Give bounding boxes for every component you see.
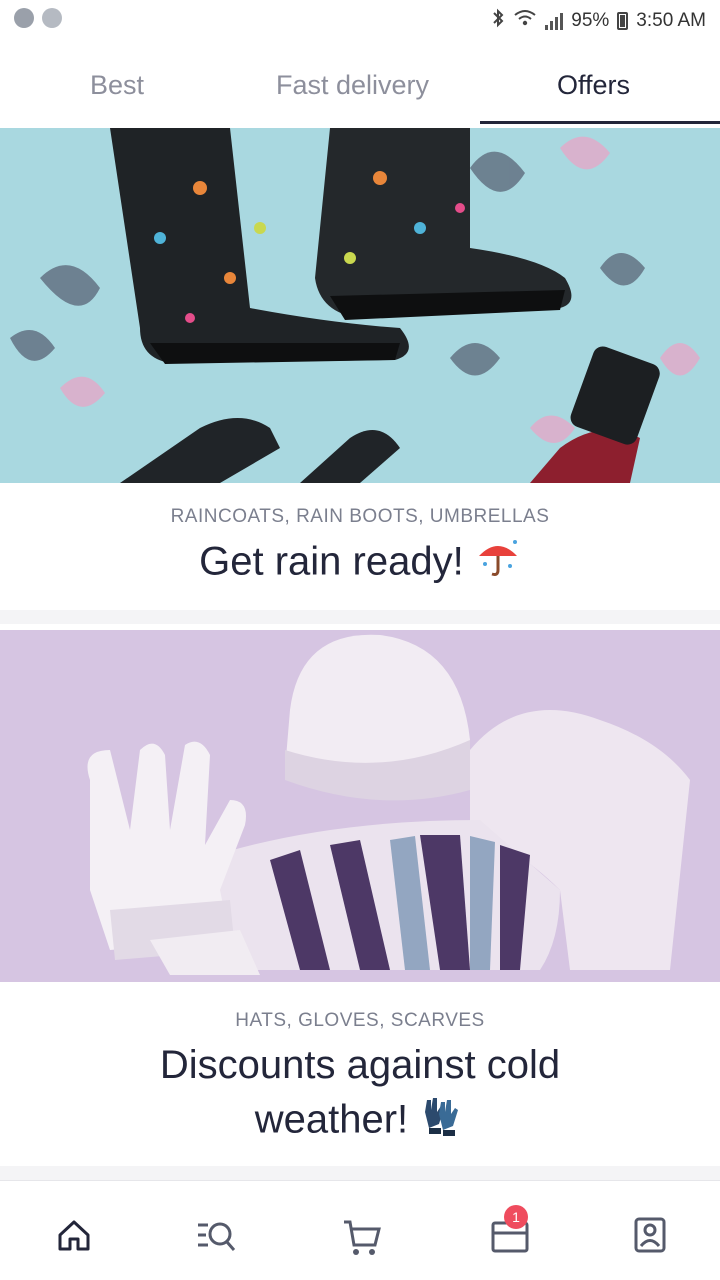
search-catalog-icon[interactable] [192, 1211, 240, 1259]
tab-best[interactable]: Best [90, 70, 144, 101]
profile-icon[interactable] [626, 1211, 674, 1259]
winter-banner-caption: HATS, GLOVES, SCARVES Discounts against … [0, 1010, 720, 1152]
clock: 3:50 AM [636, 10, 706, 31]
signal-icon [545, 12, 564, 30]
rain-banner-image[interactable] [0, 128, 720, 483]
tab-offers[interactable]: Offers [557, 70, 630, 101]
orders-icon[interactable]: 1 [486, 1205, 534, 1259]
section-divider [0, 610, 720, 624]
notification-icons [14, 8, 62, 28]
winter-headline-line2: weather! [254, 1097, 409, 1142]
cart-icon[interactable] [338, 1213, 386, 1261]
section-divider [0, 1166, 720, 1180]
wifi-icon [513, 8, 537, 34]
notification-icon [14, 8, 34, 28]
rain-banner-subtitle: RAINCOATS, RAIN BOOTS, UMBRELLAS [170, 506, 550, 527]
notification-icon [42, 8, 62, 28]
winter-banner-subtitle: HATS, GLOVES, SCARVES [235, 1010, 485, 1031]
status-bar: 95% 3:50 AM [0, 0, 720, 40]
umbrella-icon [475, 534, 521, 594]
category-tabs: Best Fast delivery Offers [0, 40, 720, 124]
rain-headline-text: Get rain ready! [199, 539, 464, 584]
gloves-icon [419, 1092, 465, 1152]
winter-banner-image[interactable] [0, 630, 720, 982]
battery-icon [617, 12, 629, 30]
home-icon[interactable] [50, 1211, 98, 1259]
rain-banner-caption: RAINCOATS, RAIN BOOTS, UMBRELLAS Get rai… [0, 506, 720, 594]
tab-fast-delivery[interactable]: Fast delivery [276, 70, 429, 101]
winter-banner-headline: Discounts against cold weather! [0, 1038, 720, 1152]
winter-headline-line1: Discounts against cold [159, 1043, 561, 1087]
battery-percent: 95% [571, 10, 610, 31]
bluetooth-icon [491, 8, 505, 34]
bottom-navigation: 1 [0, 1180, 720, 1280]
orders-badge: 1 [504, 1205, 528, 1229]
rain-banner-headline: Get rain ready! [0, 534, 720, 594]
active-tab-indicator [480, 121, 720, 124]
